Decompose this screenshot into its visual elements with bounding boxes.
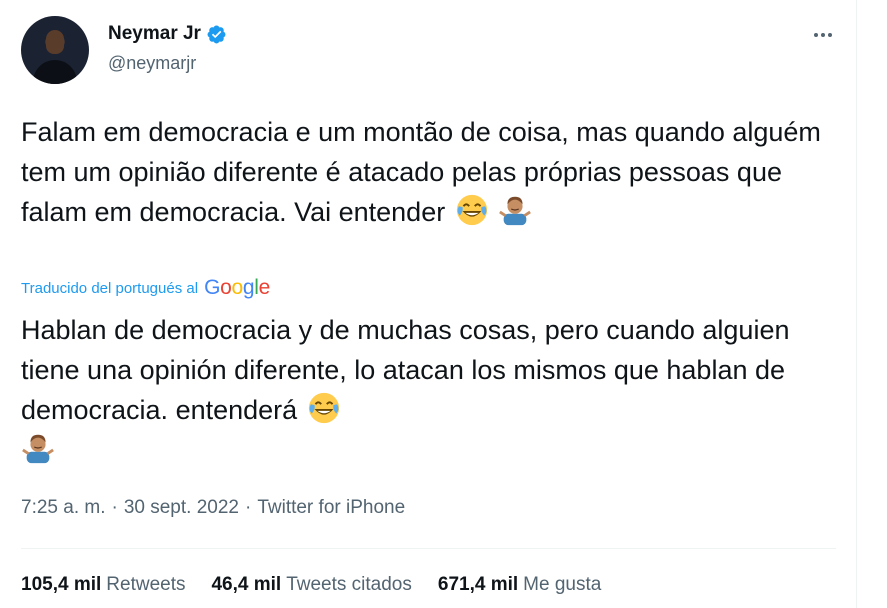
- translation-attribution: Traducido del portugués al Google: [21, 276, 270, 300]
- face-with-tears-of-joy-icon: [308, 392, 339, 424]
- person-shrugging-icon: [22, 434, 54, 464]
- more-options-button[interactable]: [808, 20, 838, 50]
- tweet-meta: 7:25 a. m. · 30 sept. 2022 · Twitter for…: [21, 497, 405, 519]
- tweet-text: Falam em democracia e um montão de coisa…: [21, 117, 821, 227]
- quote-tweets-label: Tweets citados: [286, 574, 412, 595]
- author-name-row[interactable]: Neymar Jr: [108, 23, 227, 45]
- tweet-source[interactable]: Twitter for iPhone: [257, 497, 405, 519]
- quote-tweets-stat[interactable]: 46,4 mil Tweets citados: [211, 574, 411, 596]
- tweet-date[interactable]: 30 sept. 2022: [124, 497, 239, 519]
- quote-tweets-count: 46,4 mil: [211, 574, 282, 595]
- retweets-label: Retweets: [106, 574, 186, 595]
- google-logo: Google: [204, 276, 271, 299]
- avatar[interactable]: [21, 16, 89, 84]
- likes-label: Me gusta: [523, 574, 602, 595]
- tweet-time[interactable]: 7:25 a. m.: [21, 497, 106, 519]
- likes-stat[interactable]: 671,4 mil Me gusta: [438, 574, 601, 596]
- tweet-card: Neymar Jr @neymarjr Falam em democracia …: [0, 0, 857, 608]
- translation-body: Hablan de democracia y de muchas cosas, …: [21, 310, 831, 470]
- author-handle[interactable]: @neymarjr: [108, 53, 196, 74]
- author-display-name[interactable]: Neymar Jr: [108, 23, 201, 45]
- tweet-body: Falam em democracia e um montão de coisa…: [21, 112, 821, 232]
- meta-separator: ·: [111, 497, 118, 518]
- translation-text: Hablan de democracia y de muchas cosas, …: [21, 315, 790, 425]
- retweets-count: 105,4 mil: [21, 574, 102, 595]
- divider: [21, 548, 836, 549]
- likes-count: 671,4 mil: [437, 574, 519, 595]
- face-with-tears-of-joy-icon: [456, 194, 487, 226]
- more-icon: [814, 33, 818, 37]
- meta-separator: ·: [244, 497, 252, 518]
- retweets-stat[interactable]: 105,4 mil Retweets: [21, 574, 185, 596]
- engagement-stats: 105,4 mil Retweets 46,4 mil Tweets citad…: [21, 574, 601, 596]
- translation-label[interactable]: Traducido del portugués al: [21, 280, 198, 297]
- person-shrugging-icon: [499, 196, 532, 226]
- verified-badge-icon: [207, 25, 226, 43]
